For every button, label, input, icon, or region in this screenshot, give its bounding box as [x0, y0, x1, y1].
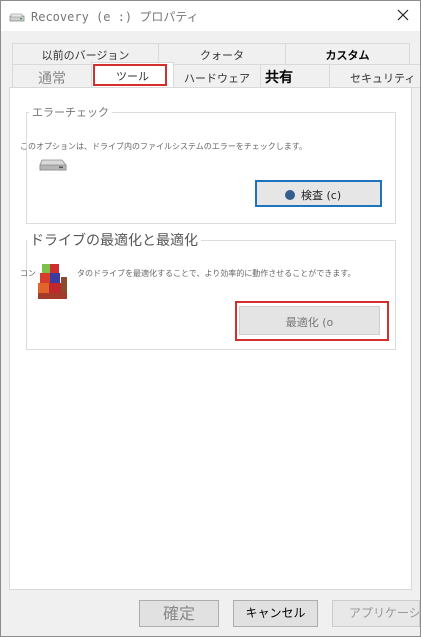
- apply-button[interactable]: アプリケーション: [332, 600, 420, 627]
- tab-label: カスタム: [325, 49, 370, 62]
- drive-icon: [39, 159, 67, 171]
- cancel-button-label: キャンセル: [245, 606, 306, 620]
- shield-icon: [285, 190, 295, 200]
- close-icon: [397, 9, 409, 21]
- apply-button-label: アプリケーション: [349, 606, 420, 620]
- tab-label: 以前のバージョン: [41, 49, 130, 62]
- check-button[interactable]: 検査 (c): [255, 180, 382, 207]
- tools-panel: エラーチェック このオプションは、ドライブ内のファイルシステムのエラーをチェック…: [9, 87, 412, 590]
- error-check-group: [26, 112, 396, 224]
- tab-quota[interactable]: クォータ: [158, 43, 286, 65]
- properties-window: Recovery (e :) プロパティ 以前のバージョン クォータ カスタム …: [0, 0, 421, 637]
- optimize-description-prefix: コン: [20, 269, 36, 278]
- tab-security[interactable]: セキュリティ: [329, 64, 420, 88]
- tab-custom[interactable]: カスタム: [285, 43, 410, 65]
- tab-label: 共有: [265, 70, 293, 86]
- tab-label: セキュリティ: [350, 72, 416, 85]
- defrag-icon: [38, 264, 67, 299]
- error-check-description: このオプションは、ドライブ内のファイルシステムのエラーをチェックします。: [20, 142, 307, 151]
- tab-label: クォータ: [200, 49, 244, 62]
- window-title: Recovery (e :) プロパティ: [31, 10, 199, 24]
- tab-sharing[interactable]: 共有: [260, 64, 330, 88]
- tab-hardware[interactable]: ハードウェア: [173, 64, 261, 88]
- drive-icon: [9, 13, 25, 22]
- check-button-label: 検査 (c): [301, 189, 342, 202]
- cancel-button[interactable]: キャンセル: [233, 600, 318, 627]
- optimize-description: タのドライブを最適化することで、より効率的に動作させることができます。: [77, 269, 356, 278]
- tab-label: 通常: [38, 71, 66, 87]
- ok-button[interactable]: 確定: [139, 600, 219, 627]
- title-bar: Recovery (e :) プロパティ: [1, 1, 420, 31]
- ok-button-label: 確定: [162, 604, 195, 623]
- optimize-button-highlight: [235, 301, 389, 341]
- selected-tab-highlight: [93, 64, 167, 86]
- tab-general[interactable]: 通常: [12, 64, 92, 88]
- optimize-title: ドライブの最適化と最適化: [27, 230, 201, 250]
- error-check-title: エラーチェック: [29, 104, 112, 120]
- close-button[interactable]: [386, 1, 420, 31]
- tab-label: ハードウェア: [184, 72, 250, 85]
